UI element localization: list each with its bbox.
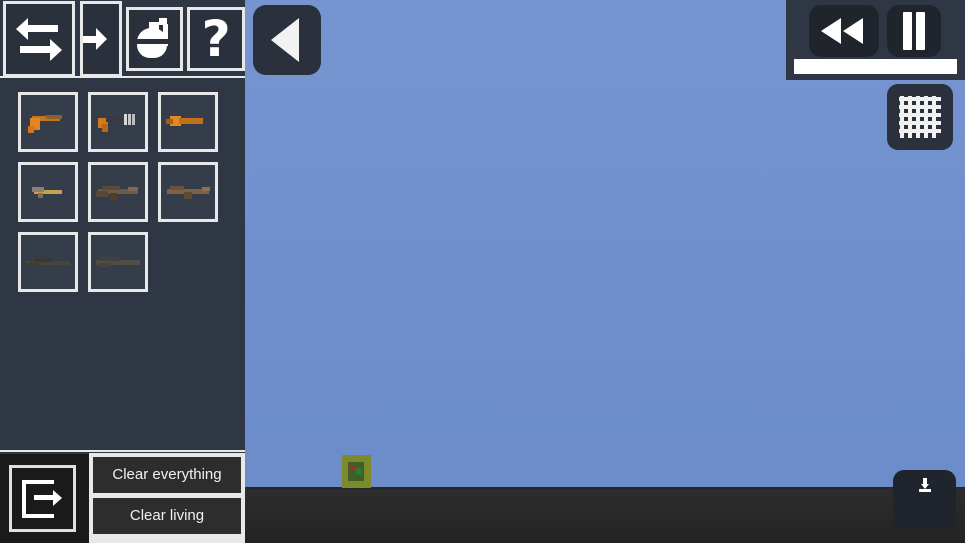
sidebar-toolbar: ? [0, 0, 246, 78]
question-mark-icon: ? [201, 10, 231, 68]
clear-living-button[interactable]: Clear living [93, 498, 241, 534]
triangle-left-icon [271, 18, 299, 62]
marksman-sprite [94, 250, 142, 274]
grenade-icon [133, 18, 175, 60]
pause-icon [901, 12, 927, 50]
weapon-grid [18, 92, 233, 292]
weapon-slot-sawed-off[interactable] [158, 92, 218, 152]
weapon-slot-ak-rifle[interactable] [158, 162, 218, 222]
rewind-icon [821, 18, 867, 44]
help-button[interactable]: ? [187, 7, 246, 71]
arrow-right-icon [82, 28, 107, 50]
exit-icon [21, 479, 64, 518]
green-entity[interactable] [342, 455, 371, 488]
smg-sprite [94, 110, 142, 134]
assault-rifle-sprite [94, 180, 142, 204]
clear-actions-panel: Clear everything Clear living [89, 453, 245, 543]
weapon-slot-sniper[interactable] [18, 232, 78, 292]
exit-button[interactable] [9, 465, 76, 532]
grid-toggle-button[interactable] [887, 84, 953, 150]
app-root: ? Clear everything Clear living [0, 0, 965, 543]
sniper-sprite [24, 250, 72, 274]
weapon-slot-smg[interactable] [88, 92, 148, 152]
rewind-button[interactable] [809, 5, 879, 57]
clear-everything-button[interactable]: Clear everything [93, 457, 241, 493]
weapon-slot-compact-rifle[interactable] [18, 162, 78, 222]
pause-button[interactable] [887, 5, 941, 57]
timeline-progress [794, 59, 957, 74]
swap-button[interactable] [3, 1, 75, 77]
ak-rifle-sprite [164, 180, 212, 204]
pistol-sprite [24, 110, 72, 134]
entity-marker-green [356, 468, 362, 475]
sawed-off-sprite [164, 110, 212, 134]
download-icon [918, 478, 931, 492]
timeline-scrubber[interactable] [794, 59, 957, 74]
sidebar-body: ? [0, 0, 246, 452]
weapon-slot-assault-rifle[interactable] [88, 162, 148, 222]
swap-arrows-icon [15, 18, 62, 61]
save-button[interactable] [893, 470, 956, 528]
explosives-button[interactable] [125, 7, 184, 71]
compact-rifle-sprite [24, 180, 72, 204]
entity-marker-red [350, 465, 355, 470]
grid-icon [899, 96, 941, 138]
weapon-slot-pistol[interactable] [18, 92, 78, 152]
weapon-slot-marksman[interactable] [88, 232, 148, 292]
next-button[interactable] [79, 1, 122, 77]
playback-controls [786, 0, 965, 80]
collapse-panel-button[interactable] [253, 5, 321, 75]
